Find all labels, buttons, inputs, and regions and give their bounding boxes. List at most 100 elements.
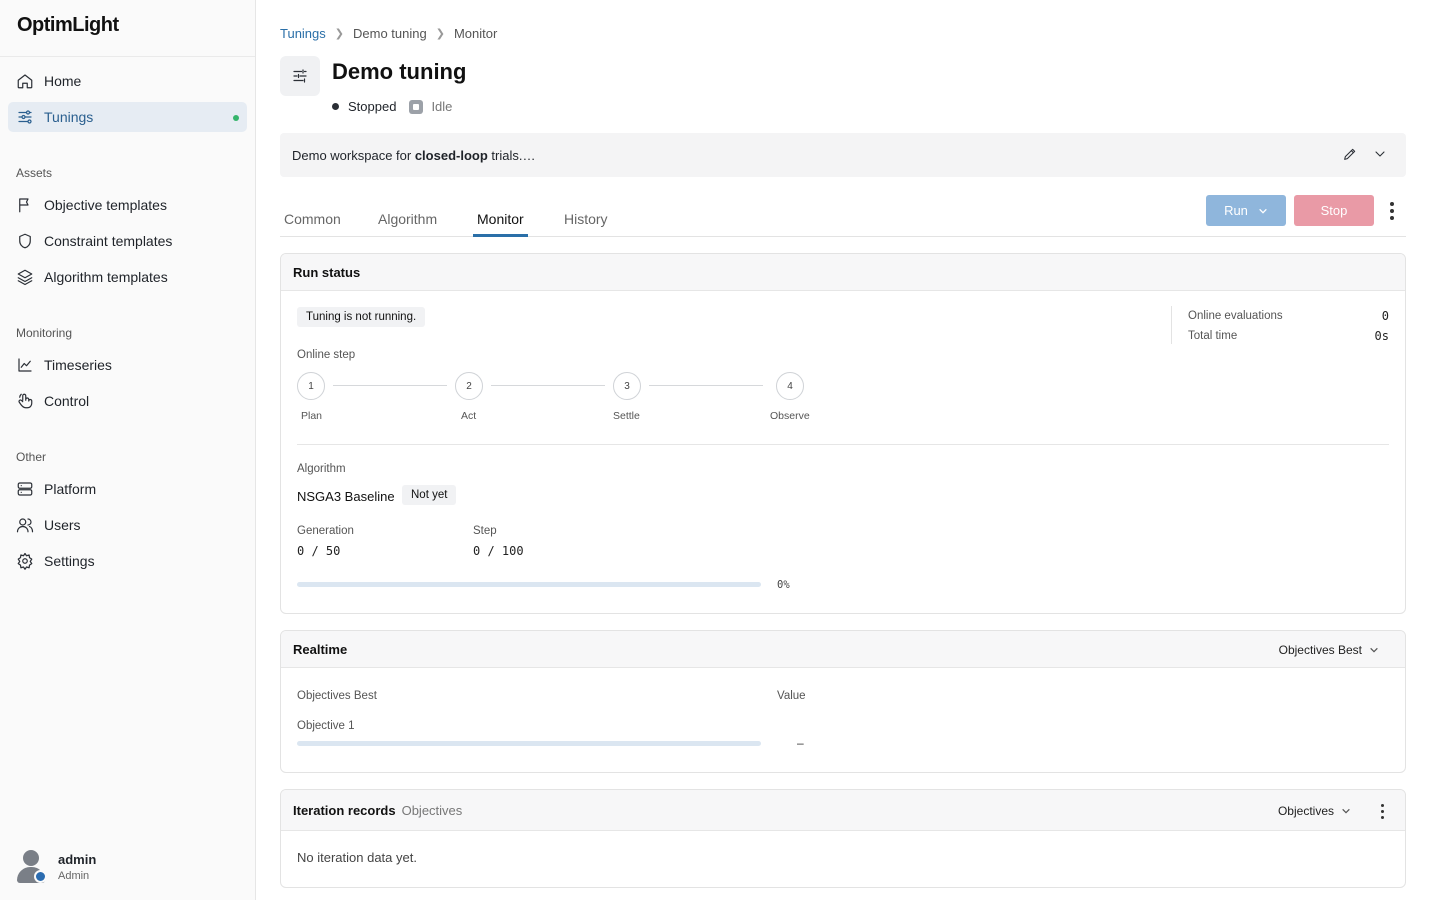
algorithm-status-badge: Not yet	[402, 485, 457, 505]
run-button[interactable]: Run	[1206, 195, 1286, 226]
state-badge: Idle	[431, 99, 453, 114]
stat-label-online-evaluations: Online evaluations	[1188, 310, 1283, 322]
description-suffix: trials.…	[487, 147, 536, 163]
column-header-objective: Objectives Best	[297, 690, 377, 702]
status-dot	[332, 103, 339, 110]
tab-bar: Common Algorithm Monitor History Run Sto…	[280, 195, 1406, 237]
pointer-icon	[16, 392, 34, 410]
user-name: admin	[58, 852, 97, 867]
algorithm-label: Algorithm	[297, 463, 346, 475]
sidebar-item-algorithm-templates[interactable]: Algorithm templates	[8, 262, 247, 292]
iteration-selector[interactable]: Objectives	[1278, 804, 1351, 818]
run-status-card: Run status Tuning is not running. Online…	[280, 253, 1406, 614]
status-row: Stopped Idle	[332, 99, 452, 114]
progress-bar	[297, 582, 761, 587]
sidebar-item-settings[interactable]: Settings	[8, 546, 247, 576]
realtime-selector-value: Objectives Best	[1278, 643, 1362, 657]
tab-history[interactable]: History	[564, 211, 608, 227]
step-observe: 4	[776, 372, 804, 400]
step-act: 2	[455, 372, 483, 400]
sidebar-item-home[interactable]: Home	[8, 66, 247, 96]
objective-row-value: –	[797, 736, 804, 750]
algorithm-name: NSGA3 Baseline	[297, 489, 395, 504]
more-vertical-icon[interactable]	[1390, 202, 1394, 223]
sidebar: OptimLight Home Tunings Assets Objective…	[0, 0, 256, 900]
sidebar-item-tunings[interactable]: Tunings	[8, 102, 247, 132]
stat-label-total-time: Total time	[1188, 330, 1238, 342]
app-logo[interactable]: OptimLight	[17, 14, 119, 37]
sidebar-item-constraint-templates[interactable]: Constraint templates	[8, 226, 247, 256]
active-tab-indicator	[473, 234, 528, 237]
breadcrumb: Tunings ❯ Demo tuning ❯ Monitor	[280, 26, 497, 41]
tab-common[interactable]: Common	[284, 211, 341, 227]
step-connector	[649, 385, 763, 386]
realtime-header: Realtime Objectives Best	[281, 631, 1405, 668]
step-label-observe: Observe	[770, 410, 810, 422]
breadcrumb-monitor: Monitor	[453, 26, 498, 41]
sidebar-item-objective-templates[interactable]: Objective templates	[8, 190, 247, 220]
sidebar-item-label: Users	[44, 517, 81, 533]
sidebar-item-label: Settings	[44, 553, 95, 569]
iteration-title: Iteration records	[293, 802, 396, 818]
sidebar-item-label: Platform	[44, 481, 97, 497]
section-divider	[297, 444, 1389, 445]
sidebar-item-platform[interactable]: Platform	[8, 474, 247, 504]
description-bar[interactable]: Demo workspace for closed-loop trials.…	[280, 133, 1406, 177]
sidebar-item-label: Timeseries	[44, 357, 112, 373]
step-label-settle: Settle	[613, 410, 640, 422]
tab-algorithm[interactable]: Algorithm	[378, 211, 437, 227]
iteration-subtitle: Objectives	[401, 802, 463, 818]
tab-monitor[interactable]: Monitor	[477, 211, 524, 227]
iteration-header: Iteration records Objectives Objectives	[281, 790, 1405, 831]
breadcrumb-demo-tuning[interactable]: Demo tuning	[353, 26, 427, 41]
generation-label: Generation	[297, 525, 354, 537]
run-status-header: Run status	[281, 254, 1405, 291]
tuning-sliders-icon	[280, 56, 320, 96]
more-vertical-icon[interactable]	[1381, 804, 1385, 822]
server-icon	[16, 480, 34, 498]
step-label-plan: Plan	[301, 410, 323, 422]
description-prefix: Demo workspace for	[292, 147, 415, 163]
step-settle: 3	[613, 372, 641, 400]
step-plan: 1	[297, 372, 325, 400]
user-profile[interactable]: admin Admin	[16, 850, 96, 884]
users-icon	[16, 516, 34, 534]
sidebar-item-label: Algorithm templates	[44, 269, 168, 285]
gear-icon	[16, 552, 34, 570]
idle-icon	[409, 99, 424, 114]
iteration-records-card: Iteration records Objectives Objectives …	[280, 789, 1406, 888]
step-label-act: Act	[461, 410, 477, 422]
realtime-card: Realtime Objectives Best Objectives Best…	[280, 630, 1406, 773]
stats-divider	[1171, 306, 1172, 344]
realtime-title: Realtime	[293, 641, 348, 657]
online-status-dot	[34, 870, 47, 883]
page-title: Demo tuning	[332, 59, 467, 84]
pencil-icon[interactable]	[1342, 146, 1358, 165]
sidebar-item-label: Objective templates	[44, 197, 167, 213]
online-step-label: Online step	[297, 349, 356, 361]
step-connector	[491, 385, 605, 386]
breadcrumb-tunings[interactable]: Tunings	[280, 26, 326, 41]
nav-section-other: Other	[16, 450, 47, 464]
user-role: Admin	[58, 870, 90, 882]
run-button-label: Run	[1224, 203, 1248, 218]
realtime-selector[interactable]: Objectives Best	[1279, 643, 1379, 657]
iteration-selector-value: Objectives	[1277, 804, 1334, 818]
active-indicator-dot	[233, 115, 239, 121]
sliders-icon	[16, 108, 34, 126]
stop-button[interactable]: Stop	[1294, 195, 1374, 226]
chevron-right-icon: ❯	[435, 28, 445, 40]
chevron-down-icon[interactable]	[1372, 146, 1388, 165]
objective-bar	[297, 741, 761, 746]
sidebar-item-control[interactable]: Control	[8, 386, 247, 416]
home-icon	[16, 72, 34, 90]
sidebar-item-timeseries[interactable]: Timeseries	[8, 350, 247, 380]
avatar	[16, 850, 47, 884]
run-message: Tuning is not running.	[297, 307, 426, 327]
sidebar-item-label: Constraint templates	[44, 233, 173, 249]
sidebar-item-label: Control	[44, 393, 90, 409]
column-header-value: Value	[777, 690, 806, 702]
nav-section-assets: Assets	[16, 166, 53, 180]
chevron-right-icon: ❯	[334, 28, 344, 40]
sidebar-item-users[interactable]: Users	[8, 510, 247, 540]
